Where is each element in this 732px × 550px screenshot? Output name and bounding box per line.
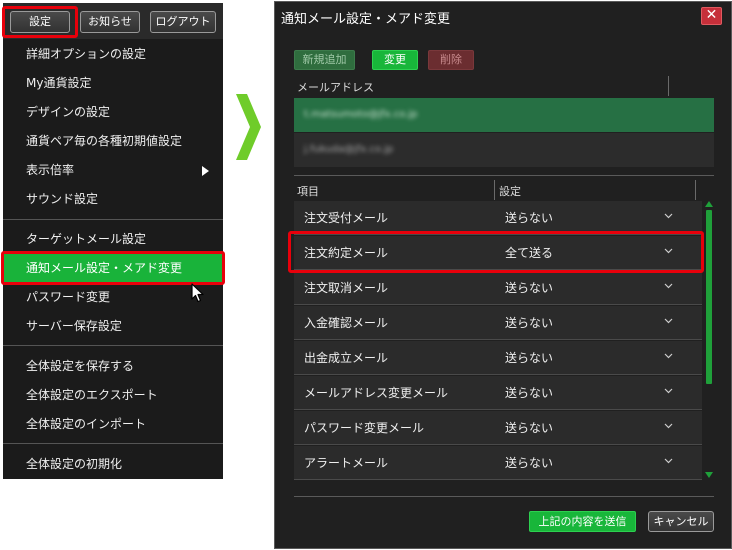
setting-label: 入金確認メール: [304, 316, 389, 330]
menu-item-save-all[interactable]: 全体設定を保存する: [3, 352, 223, 381]
column-divider: [695, 180, 696, 200]
setting-label: アラートメール: [304, 456, 389, 470]
setting-label: 注文取消メール: [304, 281, 389, 295]
menu-item-server-save[interactable]: サーバー保存設定: [3, 312, 223, 341]
chevron-down-icon[interactable]: [664, 423, 673, 429]
email-address: j.fukuda@jfx.co.jp: [304, 144, 394, 155]
setting-value[interactable]: 全て送る: [505, 236, 553, 270]
setting-row-alert[interactable]: アラートメール 送らない: [294, 446, 702, 480]
menu-item-notification-mail[interactable]: 通知メール設定・メアド変更: [3, 254, 223, 283]
setting-row-deposit[interactable]: 入金確認メール 送らない: [294, 306, 702, 340]
item-column-header: 項目: [297, 185, 319, 198]
add-email-button[interactable]: 新規追加: [294, 50, 355, 70]
menu-divider: [3, 219, 223, 220]
setting-label: メールアドレス変更メール: [304, 386, 449, 400]
chevron-down-icon[interactable]: [664, 318, 673, 324]
setting-label: 出金成立メール: [304, 351, 389, 365]
change-email-button[interactable]: 変更: [372, 50, 418, 70]
setting-label: 注文受付メール: [304, 211, 389, 225]
setting-value[interactable]: 送らない: [505, 376, 553, 410]
menu-item-password[interactable]: パスワード変更: [3, 283, 223, 312]
delete-email-button[interactable]: 削除: [428, 50, 474, 70]
setting-row-order-cancelled[interactable]: 注文取消メール 送らない: [294, 271, 702, 305]
menu-item-zoom[interactable]: 表示倍率: [3, 156, 223, 185]
menu-divider: [3, 345, 223, 346]
setting-value[interactable]: 送らない: [505, 446, 553, 480]
logout-button[interactable]: ログアウト: [150, 11, 216, 33]
chevron-down-icon[interactable]: [664, 213, 673, 219]
setting-row-order-executed[interactable]: 注文約定メール 全て送る: [294, 236, 702, 270]
submit-button[interactable]: 上記の内容を送信: [529, 511, 636, 532]
menu-item-sound[interactable]: サウンド設定: [3, 185, 223, 214]
setting-label: パスワード変更メール: [304, 421, 425, 435]
settings-menu: 設定 お知らせ ログアウト 詳細オプションの設定 My通貨設定 デザインの設定 …: [3, 3, 223, 479]
menu-top-bar: 設定 お知らせ ログアウト: [3, 3, 223, 39]
setting-value[interactable]: 送らない: [505, 411, 553, 445]
chevron-down-icon[interactable]: [664, 388, 673, 394]
setting-row-withdrawal[interactable]: 出金成立メール 送らない: [294, 341, 702, 375]
settings-scrollbar[interactable]: [704, 201, 714, 481]
scroll-down-icon[interactable]: [705, 472, 713, 478]
menu-item-zoom-label: 表示倍率: [26, 163, 75, 177]
email-row-selected[interactable]: t.matsumoto@jfx.co.jp: [294, 98, 714, 132]
mouse-cursor-icon: [191, 283, 204, 303]
setting-column-header: 設定: [499, 185, 521, 198]
dialog-title: 通知メール設定・メアド変更: [281, 12, 451, 27]
setting-row-password-change[interactable]: パスワード変更メール 送らない: [294, 411, 702, 445]
email-column-header: メールアドレス: [297, 81, 374, 94]
setting-value[interactable]: 送らない: [505, 201, 553, 235]
setting-value[interactable]: 送らない: [505, 306, 553, 340]
arrow-right-icon: [236, 94, 261, 160]
menu-item-reset-all[interactable]: 全体設定の初期化: [3, 450, 223, 479]
column-divider: [668, 76, 669, 96]
menu-item-my-currency[interactable]: My通貨設定: [3, 69, 223, 98]
setting-row-order-received[interactable]: 注文受付メール 送らない: [294, 201, 702, 235]
settings-button[interactable]: 設定: [10, 11, 70, 33]
scroll-up-icon[interactable]: [705, 201, 713, 207]
submenu-arrow-icon: [202, 166, 209, 176]
setting-row-email-change[interactable]: メールアドレス変更メール 送らない: [294, 376, 702, 410]
setting-value[interactable]: 送らない: [505, 341, 553, 375]
setting-value[interactable]: 送らない: [505, 271, 553, 305]
notification-mail-dialog: 通知メール設定・メアド変更 ✕ 新規追加 変更 削除 メールアドレス t.mat…: [274, 1, 732, 549]
chevron-down-icon[interactable]: [664, 283, 673, 289]
chevron-down-icon[interactable]: [664, 458, 673, 464]
setting-label: 注文約定メール: [304, 246, 389, 260]
chevron-down-icon[interactable]: [664, 248, 673, 254]
menu-item-import-all[interactable]: 全体設定のインポート: [3, 410, 223, 439]
section-divider: [294, 496, 714, 497]
menu-item-target-mail[interactable]: ターゲットメール設定: [3, 225, 223, 254]
menu-item-export-all[interactable]: 全体設定のエクスポート: [3, 381, 223, 410]
notice-button[interactable]: お知らせ: [80, 11, 140, 33]
section-divider: [294, 175, 714, 176]
email-row[interactable]: j.fukuda@jfx.co.jp: [294, 133, 714, 167]
chevron-down-icon[interactable]: [664, 353, 673, 359]
menu-item-design[interactable]: デザインの設定: [3, 98, 223, 127]
email-address: t.matsumoto@jfx.co.jp: [304, 109, 418, 120]
menu-divider: [3, 443, 223, 444]
cancel-button[interactable]: キャンセル: [648, 511, 714, 532]
scroll-thumb[interactable]: [706, 210, 712, 384]
menu-item-pair-defaults[interactable]: 通貨ペア毎の各種初期値設定: [3, 127, 223, 156]
menu-item-advanced-options[interactable]: 詳細オプションの設定: [3, 40, 223, 69]
column-divider: [494, 180, 495, 200]
close-icon[interactable]: ✕: [701, 7, 722, 25]
